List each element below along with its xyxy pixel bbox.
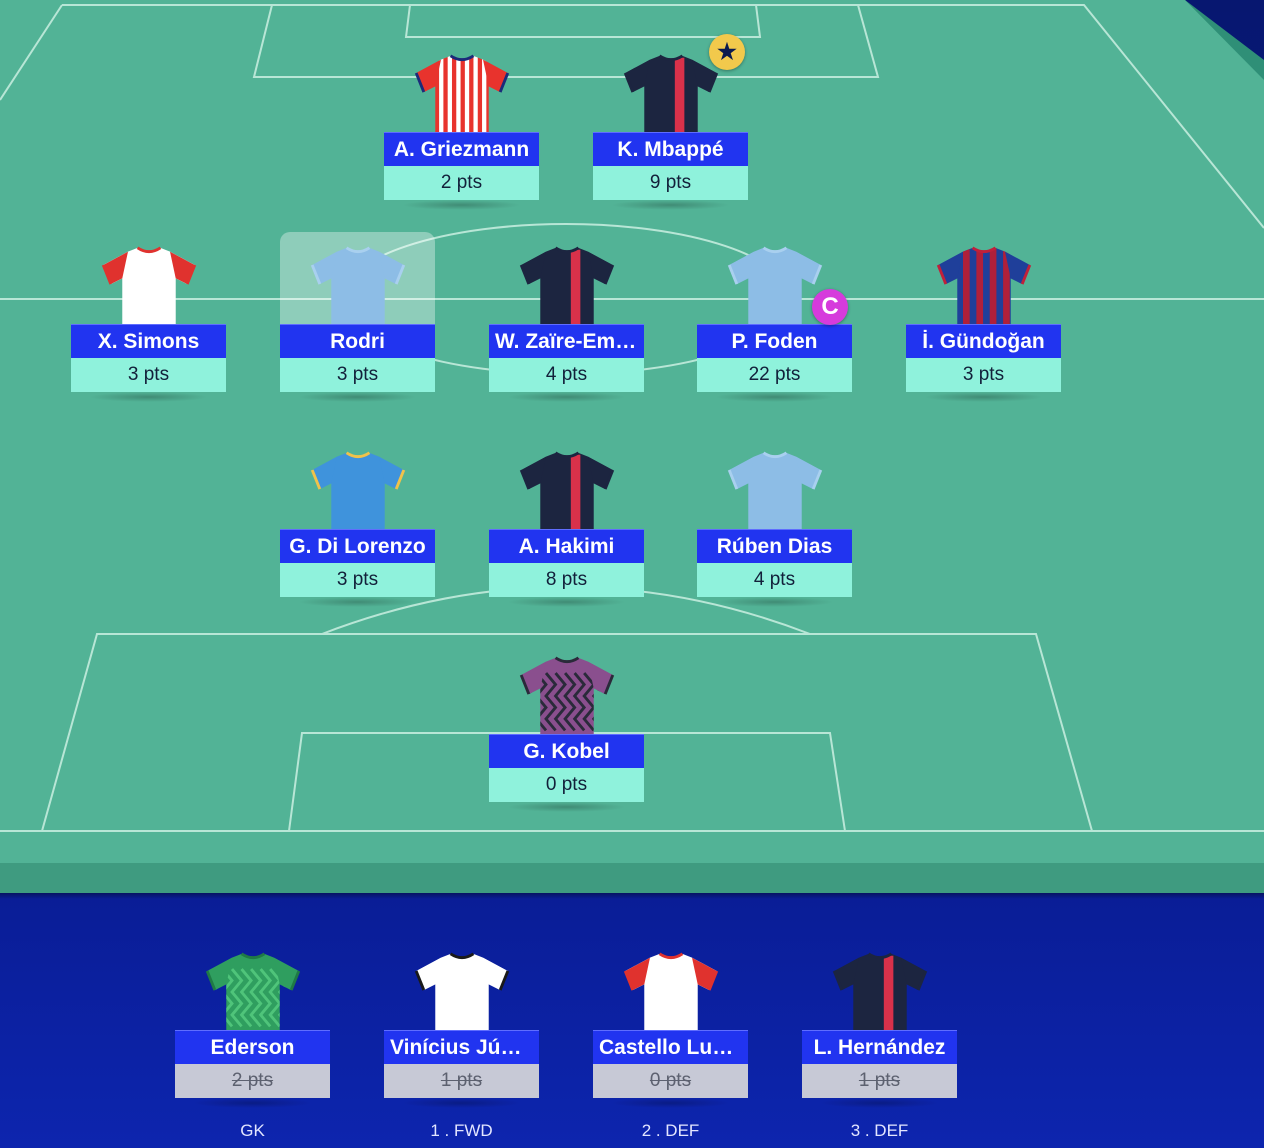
man-city-shirt-icon [306, 244, 410, 328]
bench-position-label: 1 . FWD [430, 1121, 493, 1140]
player-points: 2 pts [384, 166, 539, 200]
player-card-i-gundogan[interactable]: İ. Gündoğan 3 pts [906, 232, 1061, 402]
leipzig-shirt-icon [97, 244, 201, 328]
player-name: Rodri [280, 324, 435, 358]
player-card-castello-lukeba[interactable]: Castello Lukeba 0 pts [593, 938, 748, 1108]
player-name: W. Zaïre-Emery [489, 324, 644, 358]
psg-shirt-icon [515, 244, 619, 328]
card-shadow [507, 802, 626, 812]
man-city-shirt-icon [723, 244, 827, 328]
card-shadow [715, 597, 834, 607]
player-points: 0 pts [489, 768, 644, 802]
player-name: A. Hakimi [489, 529, 644, 563]
card-shadow [193, 1098, 312, 1108]
card-shadow [611, 1098, 730, 1108]
player-card-k-mbappe[interactable]: K. Mbappé 9 pts ★ [593, 34, 748, 210]
card-shadow [507, 597, 626, 607]
man-city-gk-shirt-icon [201, 950, 305, 1034]
atletico-shirt-icon [410, 52, 514, 136]
player-card-ederson[interactable]: Ederson 2 pts [175, 938, 330, 1108]
player-name: Ederson [175, 1030, 330, 1064]
player-points: 3 pts [906, 358, 1061, 392]
player-name: L. Hernández [802, 1030, 957, 1064]
player-points: 3 pts [280, 358, 435, 392]
card-shadow [611, 200, 730, 210]
player-points: 22 pts [697, 358, 852, 392]
man-city-shirt-icon [723, 449, 827, 533]
bench-position-label: 3 . DEF [850, 1121, 909, 1140]
player-card-vinicius-junior[interactable]: Vinícius Júnior 1 pts [384, 938, 539, 1108]
captain-icon: C [812, 289, 848, 325]
player-name: K. Mbappé [593, 132, 748, 166]
player-card-g-kobel[interactable]: G. Kobel 0 pts [489, 642, 644, 812]
player-points: 3 pts [71, 358, 226, 392]
bench-position-label: 2 . DEF [641, 1121, 700, 1140]
player-card-w-zaire-emery[interactable]: W. Zaïre-Emery 4 pts [489, 232, 644, 402]
team-view: A. Griezmann 2 pts K. Mbappé 9 pts ★ X. Sim… [0, 0, 1264, 1148]
player-name: A. Griezmann [384, 132, 539, 166]
card-shadow [298, 392, 417, 402]
player-card-l-hernandez[interactable]: L. Hernández 1 pts [802, 938, 957, 1108]
player-points: 2 pts [175, 1064, 330, 1098]
bench-position-label: GK [240, 1121, 265, 1140]
player-points: 3 pts [280, 563, 435, 597]
real-madrid-shirt-icon [410, 950, 514, 1034]
napoli-shirt-icon [306, 449, 410, 533]
player-card-rodri[interactable]: Rodri 3 pts [280, 232, 435, 402]
player-card-a-griezmann[interactable]: A. Griezmann 2 pts [384, 40, 539, 210]
card-shadow [402, 200, 521, 210]
card-shadow [715, 392, 834, 402]
player-card-x-simons[interactable]: X. Simons 3 pts [71, 232, 226, 402]
card-shadow [924, 392, 1043, 402]
player-points: 9 pts [593, 166, 748, 200]
player-name: Castello Lukeba [593, 1030, 748, 1064]
psg-shirt-icon [619, 52, 723, 136]
dortmund-gk-shirt-icon [515, 654, 619, 738]
leipzig-shirt-icon [619, 950, 723, 1034]
card-shadow [89, 392, 208, 402]
player-card-g-di-lorenzo[interactable]: G. Di Lorenzo 3 pts [280, 437, 435, 607]
player-points: 8 pts [489, 563, 644, 597]
card-shadow [507, 392, 626, 402]
card-shadow [298, 597, 417, 607]
player-name: G. Di Lorenzo [280, 529, 435, 563]
player-name: X. Simons [71, 324, 226, 358]
card-shadow [820, 1098, 939, 1108]
psg-shirt-icon [828, 950, 932, 1034]
vice-captain-star-icon: ★ [709, 34, 745, 70]
player-card-p-foden[interactable]: P. Foden 22 pts C [697, 232, 852, 402]
player-name: G. Kobel [489, 734, 644, 768]
player-card-ruben-dias[interactable]: Rúben Dias 4 pts [697, 437, 852, 607]
player-name: Rúben Dias [697, 529, 852, 563]
player-points: 1 pts [384, 1064, 539, 1098]
player-card-a-hakimi[interactable]: A. Hakimi 8 pts [489, 437, 644, 607]
player-name: P. Foden [697, 324, 852, 358]
barcelona-shirt-icon [932, 244, 1036, 328]
player-points: 1 pts [802, 1064, 957, 1098]
player-name: İ. Gündoğan [906, 324, 1061, 358]
player-points: 0 pts [593, 1064, 748, 1098]
player-name: Vinícius Júnior [384, 1030, 539, 1064]
psg-shirt-icon [515, 449, 619, 533]
card-shadow [402, 1098, 521, 1108]
player-points: 4 pts [697, 563, 852, 597]
player-points: 4 pts [489, 358, 644, 392]
